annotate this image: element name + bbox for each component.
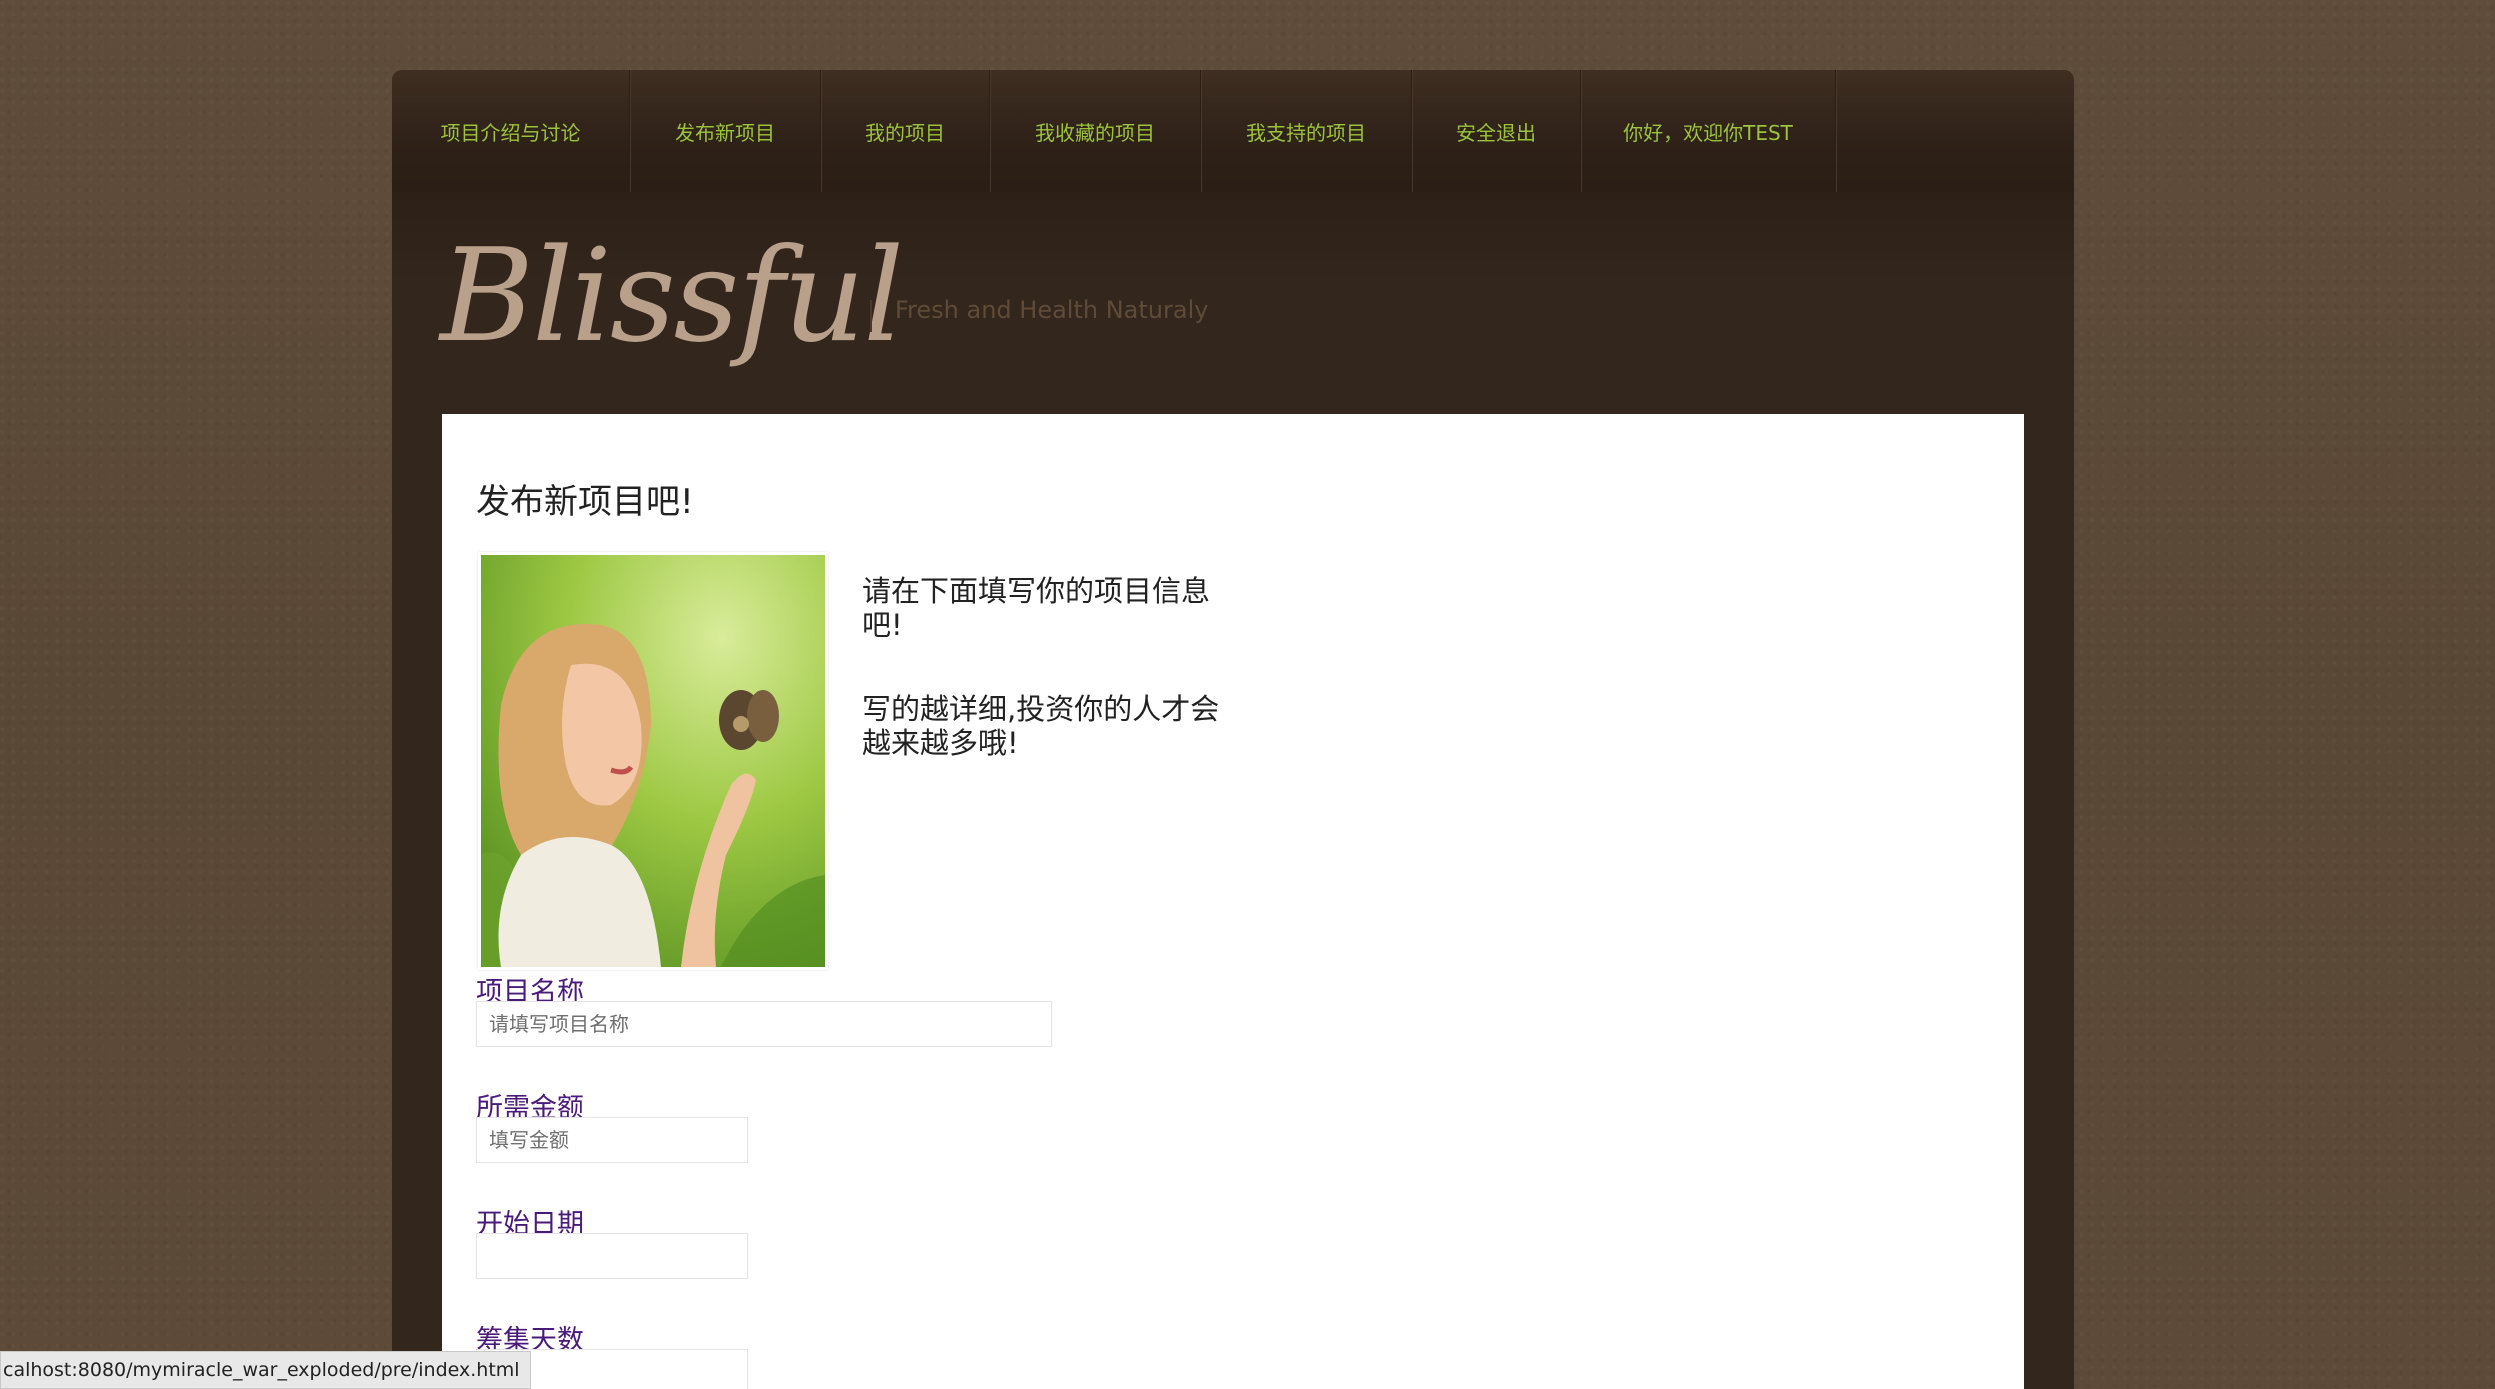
intro-line-2: 写的越详细,投资你的人才会越来越多哦!	[862, 692, 1220, 760]
nav-item-my-projects[interactable]: 我的项目	[821, 70, 990, 192]
page-container: 项目介绍与讨论 发布新项目 我的项目 我收藏的项目 我支持的项目 安全退出 你好…	[392, 70, 2074, 1389]
nav-item-favorites[interactable]: 我收藏的项目	[990, 70, 1201, 192]
nav-item-project-intro[interactable]: 项目介绍与讨论	[392, 70, 630, 192]
start-date-input[interactable]	[476, 1233, 748, 1279]
site-tagline: Fresh and Health Naturaly	[895, 296, 1209, 324]
page-title: 发布新项目吧!	[476, 482, 694, 522]
nav-item-logout[interactable]: 安全退出	[1412, 70, 1581, 192]
woman-with-butterfly-image	[481, 555, 825, 967]
intro-photo	[478, 552, 828, 970]
project-name-input[interactable]	[476, 1001, 1052, 1047]
amount-input[interactable]	[476, 1117, 748, 1163]
nav-item-welcome-user[interactable]: 你好，欢迎你TEST	[1581, 70, 1836, 192]
nav-item-publish-project[interactable]: 发布新项目	[630, 70, 821, 192]
tagline-divider	[870, 300, 872, 332]
browser-status-bar: calhost:8080/mymiracle_war_exploded/pre/…	[0, 1351, 531, 1389]
main-nav: 项目介绍与讨论 发布新项目 我的项目 我收藏的项目 我支持的项目 安全退出 你好…	[392, 70, 2074, 192]
site-logo[interactable]: Blissful	[440, 222, 904, 371]
intro-text: 请在下面填写你的项目信息吧! 写的越详细,投资你的人才会越来越多哦!	[862, 574, 1222, 810]
intro-line-1: 请在下面填写你的项目信息吧!	[862, 574, 1211, 642]
content-panel: 发布新项目吧! 请在下面填写你的项目信息吧! 写的越详细,投资你的人才会越来越多…	[442, 414, 2024, 1389]
nav-item-supported[interactable]: 我支持的项目	[1201, 70, 1412, 192]
